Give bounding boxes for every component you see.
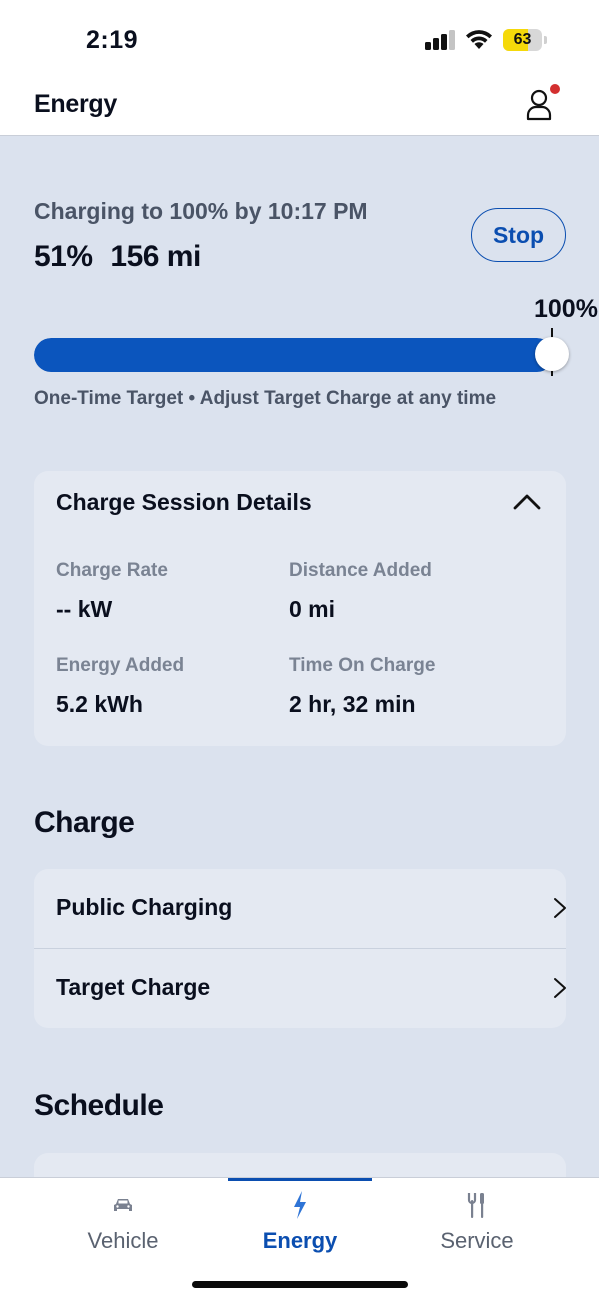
profile-button[interactable] xyxy=(524,88,554,122)
top-bar: 2:19 63 Energy xyxy=(0,0,599,136)
charge-options-list: Public Charging Target Charge xyxy=(34,869,566,1028)
notification-dot xyxy=(550,84,560,94)
page-title: Energy xyxy=(34,90,117,118)
charge-rate-value: -- kW xyxy=(56,596,113,622)
collapse-button[interactable] xyxy=(512,491,542,513)
charge-progress-fill xyxy=(34,338,554,372)
charge-progress-bar xyxy=(34,338,554,372)
schedule-section-title: Schedule xyxy=(34,1089,164,1122)
tab-label: Vehicle xyxy=(87,1228,159,1253)
charge-rate-label: Charge Rate xyxy=(56,560,168,581)
list-item-label: Public Charging xyxy=(56,894,233,920)
charge-summary: 51% 156 mi xyxy=(34,240,211,274)
home-indicator xyxy=(192,1281,408,1288)
car-icon xyxy=(114,1199,132,1211)
tab-service[interactable]: Service xyxy=(382,1178,572,1268)
chevron-right-icon xyxy=(554,898,566,918)
wifi-icon xyxy=(465,28,493,50)
tab-label: Service xyxy=(440,1228,514,1253)
stop-charging-button[interactable]: Stop xyxy=(471,208,566,262)
target-charge-label: 100% xyxy=(534,295,598,323)
tools-icon xyxy=(467,1193,484,1218)
target-charge-slider-handle[interactable] xyxy=(535,337,569,371)
list-item-target-charge[interactable]: Target Charge xyxy=(34,949,566,1028)
person-icon xyxy=(526,89,552,121)
charge-percent: 51% xyxy=(34,240,93,273)
charging-status-text: Charging to 100% by 10:17 PM xyxy=(34,198,368,224)
tab-energy[interactable]: Energy xyxy=(205,1178,395,1268)
charge-session-details-card: Charge Session Details Charge Rate -- kW… xyxy=(34,471,566,746)
time-on-charge-value: 2 hr, 32 min xyxy=(289,691,416,717)
lightning-icon xyxy=(294,1191,306,1219)
battery-icon: 63 xyxy=(503,29,547,51)
distance-added-label: Distance Added xyxy=(289,560,432,581)
tab-label: Energy xyxy=(262,1228,338,1253)
target-caption: One-Time Target • Adjust Target Charge a… xyxy=(34,388,497,409)
chevron-right-icon xyxy=(554,978,566,998)
distance-added-value: 0 mi xyxy=(289,596,336,622)
chevron-up-icon xyxy=(513,494,541,510)
energy-added-label: Energy Added xyxy=(56,655,185,676)
list-item-label: Target Charge xyxy=(56,974,211,1000)
tab-vehicle[interactable]: Vehicle xyxy=(28,1178,218,1268)
energy-added-value: 5.2 kWh xyxy=(56,691,143,717)
status-time: 2:19 xyxy=(86,26,139,54)
battery-percent: 63 xyxy=(513,31,532,48)
charge-range: 156 mi xyxy=(110,240,201,273)
card-title: Charge Session Details xyxy=(56,489,312,515)
list-item-public-charging[interactable]: Public Charging xyxy=(34,869,566,948)
charge-section-title: Charge xyxy=(34,806,135,839)
time-on-charge-label: Time On Charge xyxy=(289,655,436,676)
cellular-signal-icon xyxy=(425,30,457,50)
